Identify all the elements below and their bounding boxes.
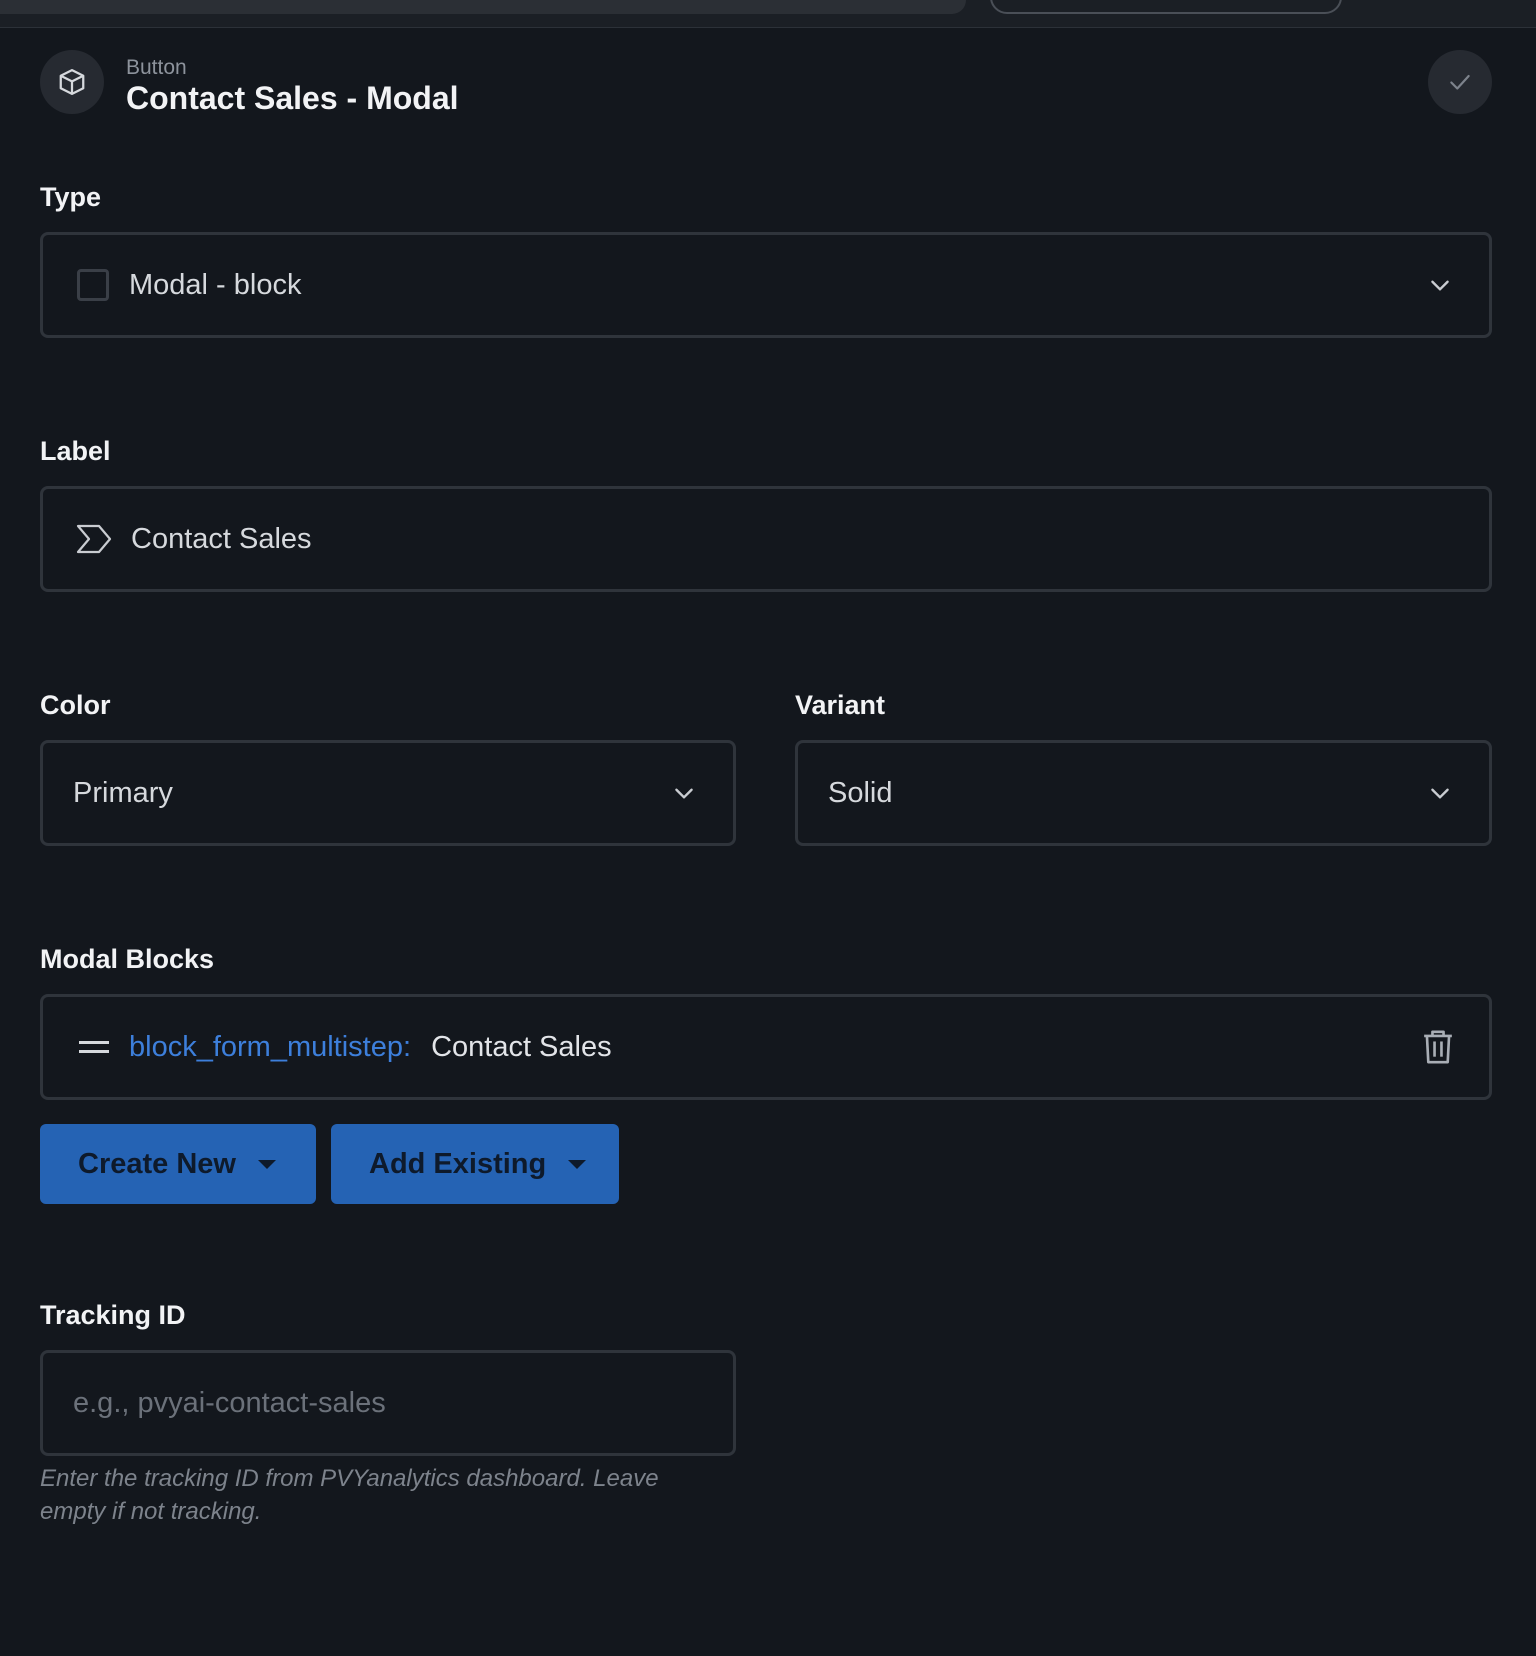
- variant-value: Solid: [828, 776, 893, 809]
- drag-handle-icon[interactable]: [79, 1041, 109, 1053]
- tracking-id-label: Tracking ID: [40, 1300, 186, 1330]
- tracking-id-input[interactable]: e.g., pvyai-contact-sales: [40, 1350, 736, 1456]
- modal-block-item[interactable]: block_form_multistep: Contact Sales: [40, 994, 1492, 1100]
- type-select[interactable]: Modal - block: [40, 232, 1492, 338]
- panel-header: Button Contact Sales - Modal: [40, 50, 1492, 116]
- tracking-id-helper: Enter the tracking ID from PVYanalytics …: [40, 1465, 659, 1525]
- block-name: Contact Sales: [431, 1030, 612, 1063]
- top-tab-bar: [0, 0, 1536, 28]
- tracking-id-placeholder: e.g., pvyai-contact-sales: [73, 1386, 386, 1419]
- create-new-label: Create New: [78, 1147, 236, 1180]
- caret-down-icon: [568, 1159, 587, 1169]
- chevron-down-icon: [1427, 272, 1453, 298]
- confirm-button[interactable]: [1428, 50, 1492, 114]
- cube-icon: [40, 50, 104, 114]
- type-label: Type: [40, 182, 102, 212]
- color-label: Color: [40, 690, 111, 720]
- label-label: Label: [40, 436, 111, 466]
- add-existing-label: Add Existing: [369, 1147, 547, 1180]
- color-select[interactable]: Primary: [40, 740, 736, 846]
- tab-left[interactable]: [0, 0, 966, 14]
- caret-down-icon: [257, 1159, 276, 1169]
- chevron-down-icon: [671, 780, 697, 806]
- block-type-icon: [77, 269, 109, 301]
- label-value: Contact Sales: [131, 522, 312, 555]
- check-icon: [1450, 74, 1470, 90]
- tab-right[interactable]: [990, 0, 1342, 14]
- color-value: Primary: [73, 776, 173, 809]
- label-input[interactable]: Contact Sales: [40, 486, 1492, 592]
- tag-icon: [75, 523, 113, 555]
- chevron-down-icon: [1427, 780, 1453, 806]
- panel-title: Contact Sales - Modal: [126, 80, 459, 116]
- block-type-link[interactable]: block_form_multistep:: [129, 1031, 411, 1064]
- modal-blocks-label: Modal Blocks: [40, 944, 215, 974]
- create-new-button[interactable]: Create New: [40, 1124, 316, 1204]
- add-existing-button[interactable]: Add Existing: [331, 1124, 619, 1204]
- variant-label: Variant: [795, 690, 886, 720]
- type-value: Modal - block: [129, 268, 302, 301]
- trash-icon[interactable]: [1421, 1029, 1455, 1065]
- component-kind: Button: [126, 56, 187, 79]
- button-settings-panel: Button Contact Sales - Modal Type Modal …: [0, 28, 1536, 1656]
- variant-select[interactable]: Solid: [795, 740, 1492, 846]
